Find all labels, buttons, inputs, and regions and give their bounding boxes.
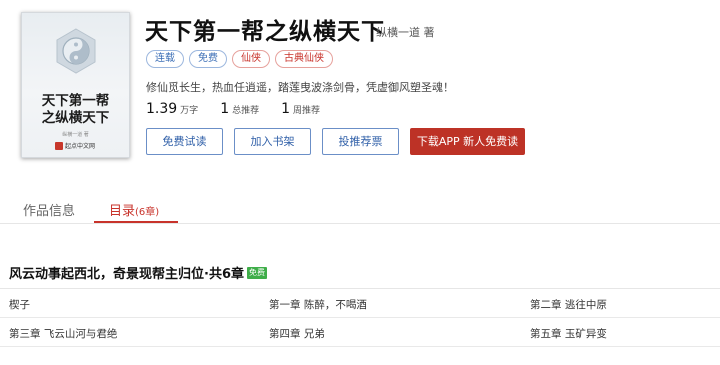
- book-title: 天下第一帮之纵横天下: [145, 19, 385, 45]
- word-count-value: 1.39: [146, 101, 178, 117]
- taiji-emblem-icon: [56, 28, 96, 74]
- tag-free: 免费: [189, 50, 227, 68]
- tag-list: 连载 免费 仙侠 古典仙侠: [146, 50, 333, 68]
- chapter-row: 楔子 第一章 陈醉，不喝酒 第二章 逃往中原: [0, 289, 720, 318]
- book-author[interactable]: 纵横一道 著: [376, 24, 435, 40]
- free-read-button[interactable]: 免费试读: [146, 128, 223, 155]
- volume-title-text: 风云动事起西北，奇景现帮主归位·共6章: [9, 267, 244, 282]
- cover-brand-text: 起点中文网: [65, 143, 96, 150]
- chapter-link[interactable]: 第三章 飞云山河与君绝: [9, 326, 117, 341]
- cover-author: 纵横一道 著: [62, 132, 89, 138]
- chapter-link[interactable]: 第二章 逃往中原: [530, 297, 607, 312]
- book-stats: 1.39 万字 1 总推荐 1 周推荐: [146, 101, 342, 117]
- weekly-recommend-value: 1: [281, 101, 291, 117]
- cover-brand-logo: 起点中文网: [55, 141, 95, 150]
- chapter-list: 楔子 第一章 陈醉，不喝酒 第二章 逃往中原 第三章 飞云山河与君绝 第四章 兄…: [0, 288, 720, 347]
- tag-subcategory[interactable]: 古典仙侠: [275, 50, 333, 68]
- cover-title: 天下第一帮 之纵横天下: [41, 93, 110, 126]
- book-intro: 修仙觅长生，热血任逍遥，踏莲曳波涤剑骨，凭虚御风塑圣魂！: [146, 81, 454, 94]
- add-to-shelf-button[interactable]: 加入书架: [234, 128, 311, 155]
- book-cover[interactable]: 天下第一帮 之纵横天下 纵横一道 著 起点中文网: [21, 12, 130, 158]
- download-app-button[interactable]: 下载APP 新人免费读: [410, 128, 525, 155]
- tab-catalog-count: (6章): [135, 207, 160, 218]
- chapter-link[interactable]: 楔子: [9, 297, 30, 312]
- active-tab-indicator: [94, 221, 178, 223]
- tab-book-info[interactable]: 作品信息: [23, 200, 75, 219]
- weekly-recommend-unit: 周推荐: [293, 106, 321, 116]
- tab-catalog-label: 目录: [109, 204, 136, 219]
- chapter-link[interactable]: 第一章 陈醉，不喝酒: [269, 297, 367, 312]
- detail-tabs: 作品信息 目录(6章): [0, 192, 720, 224]
- total-recommend-value: 1: [220, 101, 230, 117]
- chapter-link[interactable]: 第五章 玉矿异变: [530, 326, 607, 341]
- vote-recommend-button[interactable]: 投推荐票: [322, 128, 399, 155]
- brand-mark-icon: [55, 141, 63, 150]
- tab-catalog[interactable]: 目录(6章): [109, 200, 159, 219]
- chapter-link[interactable]: 第四章 兄弟: [269, 326, 325, 341]
- tag-status: 连载: [146, 50, 184, 68]
- free-badge: 免费: [246, 266, 267, 279]
- tag-category[interactable]: 仙侠: [232, 50, 270, 68]
- volume-title: 风云动事起西北，奇景现帮主归位·共6章 免费: [9, 263, 267, 282]
- word-count-unit: 万字: [180, 106, 199, 116]
- total-recommend-unit: 总推荐: [232, 106, 260, 116]
- chapter-row: 第三章 飞云山河与君绝 第四章 兄弟 第五章 玉矿异变: [0, 318, 720, 347]
